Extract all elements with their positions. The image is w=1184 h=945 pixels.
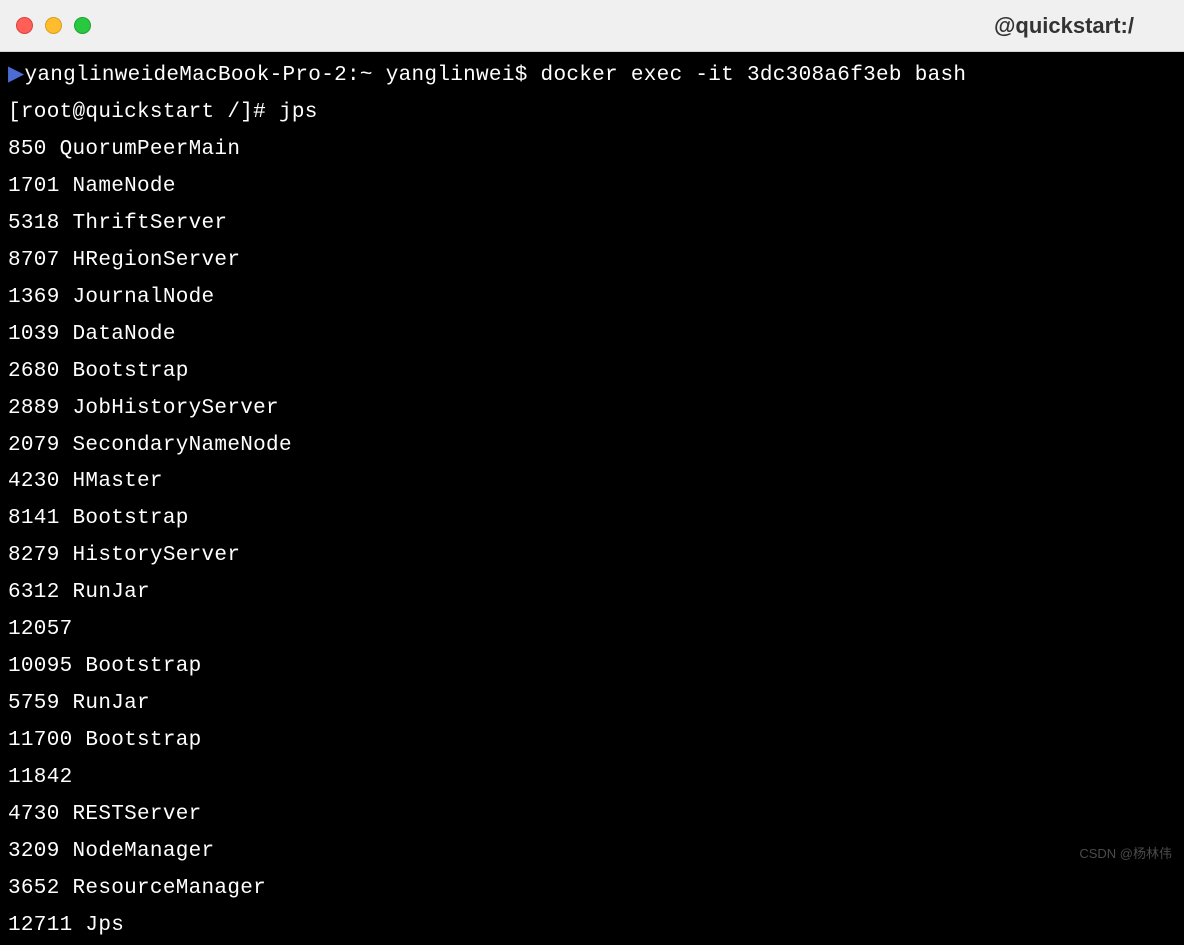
jps-output-line: 12057 — [8, 618, 73, 641]
watermark: CSDN @杨林伟 — [1079, 843, 1172, 862]
jps-output-line: 5759 RunJar — [8, 692, 150, 715]
jps-output-line: 2889 JobHistoryServer — [8, 397, 279, 420]
jps-output-line: 8707 HRegionServer — [8, 249, 240, 272]
jps-output-line: 12711 Jps — [8, 914, 124, 937]
jps-output-line: 1369 JournalNode — [8, 286, 214, 309]
window-title: @quickstart:/ — [994, 13, 1134, 39]
jps-output-line: 3652 ResourceManager — [8, 877, 266, 900]
jps-output-line: 5318 ThriftServer — [8, 212, 227, 235]
prompt-arrow-icon: ▶ — [8, 64, 24, 87]
terminal-output[interactable]: ▶yanglinweideMacBook-Pro-2:~ yanglinwei$… — [0, 52, 1184, 868]
jps-output-line: 3209 NodeManager — [8, 840, 214, 863]
jps-output-line: 8141 Bootstrap — [8, 507, 189, 530]
zoom-icon[interactable] — [74, 17, 91, 34]
jps-output-line: 2680 Bootstrap — [8, 360, 189, 383]
command-docker: docker exec -it 3dc308a6f3eb bash — [541, 64, 967, 87]
jps-output-line: 1701 NameNode — [8, 175, 176, 198]
jps-output-line: 4730 RESTServer — [8, 803, 202, 826]
jps-output-line: 850 QuorumPeerMain — [8, 138, 240, 161]
close-icon[interactable] — [16, 17, 33, 34]
jps-output-line: 1039 DataNode — [8, 323, 176, 346]
jps-output-line: 6312 RunJar — [8, 581, 150, 604]
jps-output-line: 11700 Bootstrap — [8, 729, 202, 752]
minimize-icon[interactable] — [45, 17, 62, 34]
jps-output-line: 4230 HMaster — [8, 470, 163, 493]
shell-prompt-host: yanglinweideMacBook-Pro-2:~ yanglinwei$ — [24, 64, 540, 87]
jps-output-line: 10095 Bootstrap — [8, 655, 202, 678]
command-jps: jps — [279, 101, 318, 124]
traffic-lights — [16, 17, 91, 34]
jps-output-line: 8279 HistoryServer — [8, 544, 240, 567]
shell-prompt-container: [root@quickstart /]# — [8, 101, 279, 124]
jps-output-line: 2079 SecondaryNameNode — [8, 434, 292, 457]
jps-output-line: 11842 — [8, 766, 73, 789]
window-titlebar: @quickstart:/ — [0, 0, 1184, 52]
